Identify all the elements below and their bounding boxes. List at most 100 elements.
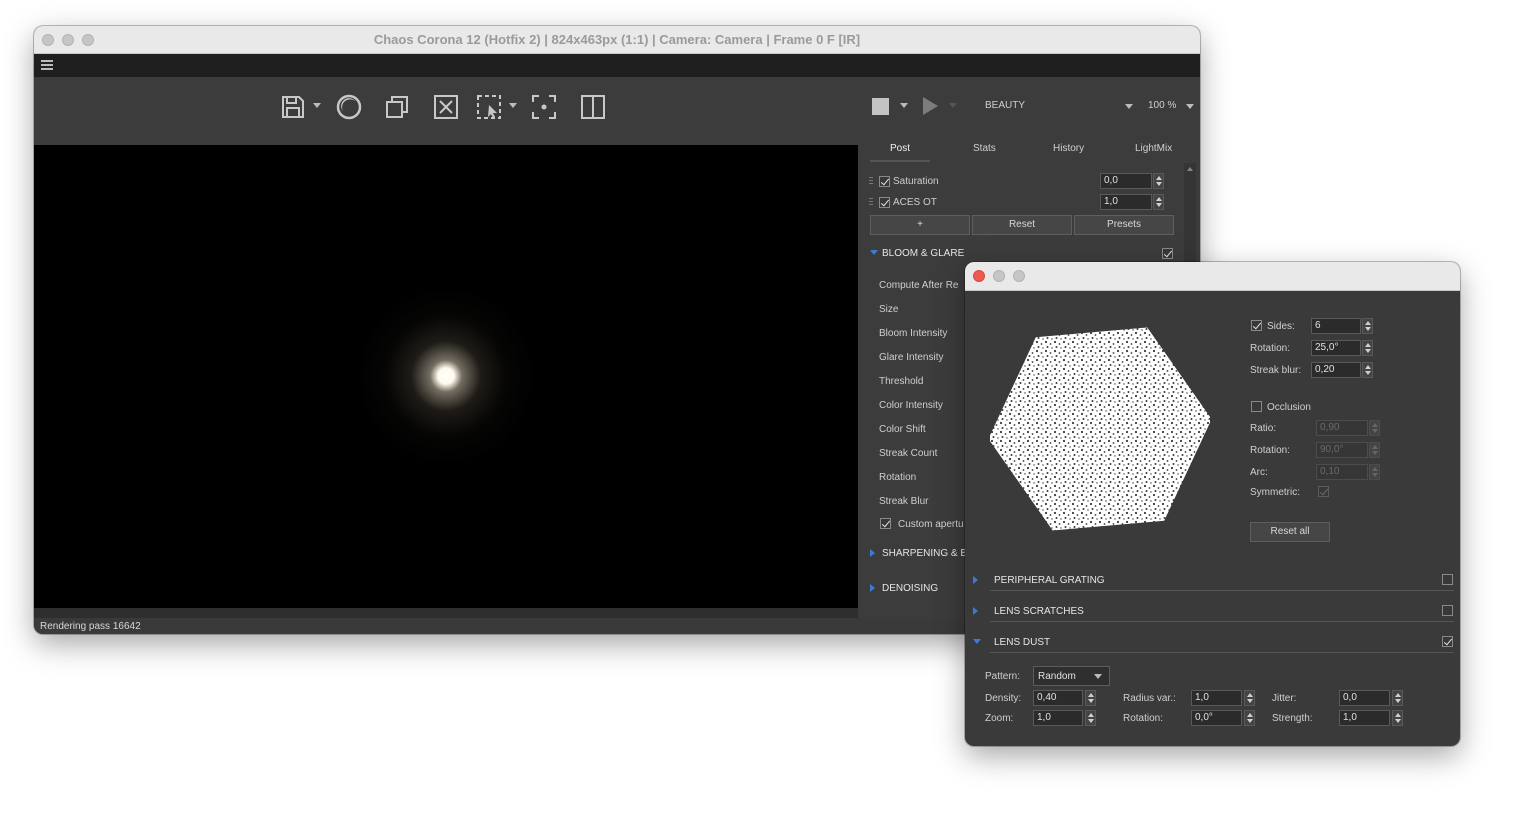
bloom-item: Bloom Intensity [879, 328, 948, 339]
dust-rotation-field[interactable]: 0,0° [1191, 710, 1242, 726]
region-select-icon[interactable] [476, 94, 502, 120]
corona-logo-icon[interactable] [336, 94, 362, 120]
zoom-level[interactable]: 100 % [1148, 100, 1176, 111]
tab-stats[interactable]: Stats [973, 143, 996, 154]
rotation-field[interactable]: 25,0° [1311, 340, 1361, 356]
reset-all-button[interactable]: Reset all [1250, 522, 1330, 542]
sharpening-expand-icon[interactable] [870, 549, 875, 557]
zoom-stepper[interactable] [1085, 710, 1096, 726]
occlusion-rotation-stepper[interactable] [1369, 442, 1380, 458]
reset-button[interactable]: Reset [972, 215, 1072, 235]
window-title: Chaos Corona 12 (Hotfix 2) | 824x463px (… [373, 32, 861, 47]
viewport-scroll-strip [34, 608, 858, 618]
aces-ot-checkbox[interactable] [879, 197, 890, 208]
peripheral-grating-expand-icon[interactable] [973, 576, 978, 584]
occlusion-checkbox[interactable] [1251, 401, 1262, 412]
zoom-field[interactable]: 1,0 [1033, 710, 1083, 726]
saturation-label: Saturation [893, 176, 939, 187]
jitter-field[interactable]: 0,0 [1339, 690, 1390, 706]
tab-post[interactable]: Post [890, 143, 910, 154]
drag-handle[interactable] [869, 198, 873, 207]
custom-aperture-label: Custom apertu [898, 519, 964, 530]
custom-aperture-checkbox[interactable] [880, 518, 891, 529]
tab-lightmix[interactable]: LightMix [1135, 143, 1172, 154]
bloom-item: Glare Intensity [879, 352, 944, 363]
panel-scrollbar[interactable] [1184, 163, 1196, 263]
drag-handle[interactable] [869, 177, 873, 186]
streak-blur-label: Streak blur: [1250, 365, 1302, 376]
streak-blur-field[interactable]: 0,20 [1311, 362, 1361, 378]
focus-icon[interactable] [531, 94, 557, 120]
lens-dust-title[interactable]: LENS DUST [994, 637, 1050, 648]
dust-rotation-stepper[interactable] [1244, 710, 1255, 726]
stop-icon[interactable] [872, 98, 889, 115]
play-dropdown-icon[interactable] [949, 103, 957, 108]
render-viewport[interactable] [34, 145, 858, 608]
symmetric-checkbox[interactable] [1318, 486, 1329, 497]
split-view-icon[interactable] [580, 94, 606, 120]
lens-scratches-title[interactable]: LENS SCRATCHES [994, 606, 1084, 617]
copy-icon[interactable] [384, 94, 410, 120]
bloom-enable-checkbox[interactable] [1162, 248, 1173, 259]
density-label: Density: [985, 693, 1022, 704]
save-icon[interactable] [280, 94, 306, 120]
channel-dropdown-icon[interactable] [1125, 104, 1133, 109]
sharpening-section-title[interactable]: SHARPENING & B [882, 548, 967, 559]
hamburger-icon[interactable] [41, 60, 53, 70]
jitter-stepper[interactable] [1392, 690, 1403, 706]
zoom-dropdown-icon[interactable] [1186, 104, 1194, 109]
occlusion-rotation-field[interactable]: 90,0° [1316, 442, 1368, 458]
rotation-stepper[interactable] [1362, 340, 1373, 356]
add-operator-button[interactable]: + [870, 215, 970, 235]
region-dropdown-icon[interactable] [509, 103, 517, 108]
density-stepper[interactable] [1085, 690, 1096, 706]
saturation-checkbox[interactable] [879, 176, 890, 187]
save-dropdown-icon[interactable] [313, 103, 321, 108]
dust-rotation-label: Rotation: [1123, 713, 1164, 724]
aces-ot-stepper[interactable] [1153, 194, 1164, 210]
ratio-stepper[interactable] [1369, 420, 1380, 436]
lens-dust-checkbox[interactable] [1442, 636, 1453, 647]
arc-stepper[interactable] [1369, 464, 1380, 480]
denoising-expand-icon[interactable] [870, 584, 875, 592]
sides-checkbox[interactable] [1251, 320, 1262, 331]
close-window-button[interactable] [973, 270, 985, 282]
pattern-value: Random [1038, 671, 1076, 682]
ratio-field[interactable]: 0,90 [1316, 420, 1368, 436]
pattern-select[interactable]: Random [1033, 666, 1110, 686]
aces-ot-field[interactable]: 1,0 [1100, 194, 1152, 210]
lens-dust-expand-icon[interactable] [973, 639, 981, 644]
peripheral-grating-title[interactable]: PERIPHERAL GRATING [994, 575, 1105, 586]
saturation-field[interactable]: 0,0 [1100, 173, 1152, 189]
streak-blur-stepper[interactable] [1362, 362, 1373, 378]
lens-scratches-checkbox[interactable] [1442, 605, 1453, 616]
stop-dropdown-icon[interactable] [900, 103, 908, 108]
tab-history[interactable]: History [1053, 143, 1084, 154]
channel-selector[interactable]: BEAUTY [985, 100, 1025, 111]
peripheral-grating-checkbox[interactable] [1442, 574, 1453, 585]
clear-icon[interactable] [433, 94, 459, 120]
play-icon[interactable] [923, 97, 938, 115]
bloom-item: Threshold [879, 376, 924, 387]
strength-field[interactable]: 1,0 [1339, 710, 1390, 726]
bloom-item: Color Intensity [879, 400, 943, 411]
radius-var-stepper[interactable] [1244, 690, 1255, 706]
denoising-section-title[interactable]: DENOISING [882, 583, 938, 594]
density-field[interactable]: 0,40 [1033, 690, 1083, 706]
lens-scratches-expand-icon[interactable] [973, 607, 978, 615]
symmetric-label: Symmetric: [1250, 487, 1300, 498]
arc-field[interactable]: 0,10 [1316, 464, 1368, 480]
sides-field[interactable]: 6 [1311, 318, 1361, 334]
radius-var-field[interactable]: 1,0 [1191, 690, 1242, 706]
minimize-window-button[interactable] [993, 270, 1005, 282]
zoom-window-button[interactable] [1013, 270, 1025, 282]
saturation-stepper[interactable] [1153, 173, 1164, 189]
presets-button[interactable]: Presets [1074, 215, 1174, 235]
bloom-expand-icon[interactable] [870, 250, 878, 255]
sides-stepper[interactable] [1362, 318, 1373, 334]
bloom-section-title[interactable]: BLOOM & GLARE [882, 248, 964, 259]
section-divider [990, 621, 1454, 622]
aces-ot-label: ACES OT [893, 197, 937, 208]
strength-stepper[interactable] [1392, 710, 1403, 726]
arc-label: Arc: [1250, 467, 1268, 478]
